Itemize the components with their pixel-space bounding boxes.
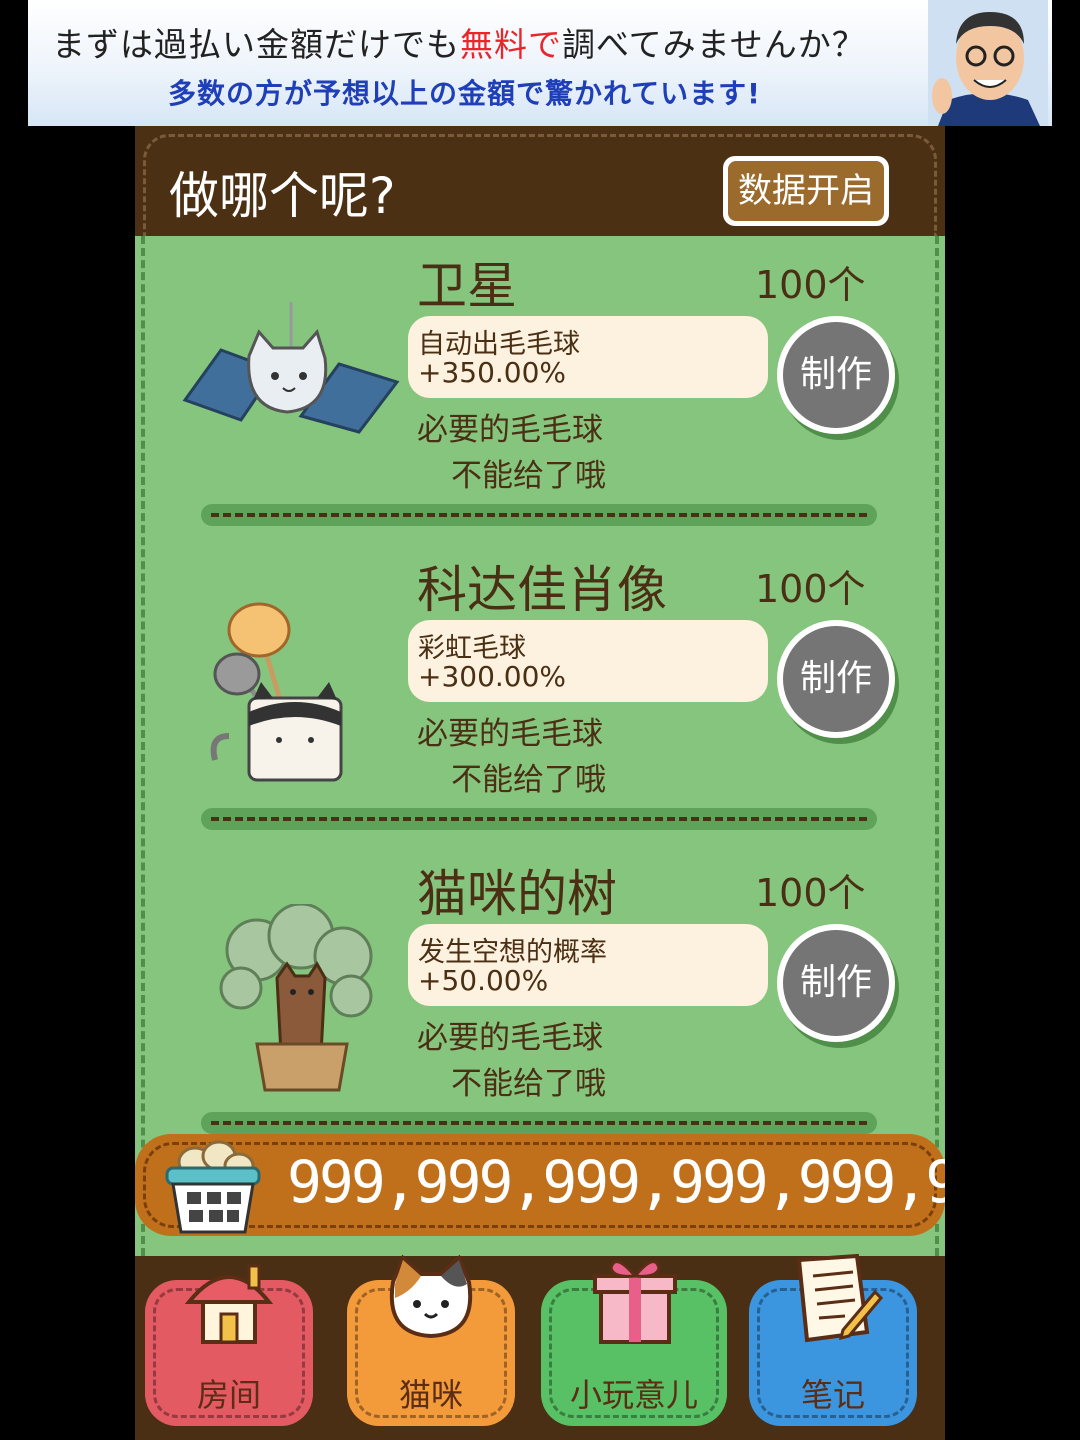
requirement-label: 必要的毛毛球 xyxy=(417,412,603,448)
requirement-label: 必要的毛毛球 xyxy=(417,716,603,752)
divider xyxy=(201,504,877,526)
ad-banner[interactable]: まずは過払い金額だけでも無料で調べてみませんか？ 多数の方が予想以上の金額で驚か… xyxy=(28,0,1052,126)
item-name: 科达佳肖像 xyxy=(417,561,667,619)
item-count: 100个 xyxy=(755,567,866,611)
divider xyxy=(201,1112,877,1134)
effect-value: +50.00% xyxy=(418,964,549,997)
nav-goodies-button[interactable]: 小玩意儿 xyxy=(541,1260,727,1426)
list-item: 卫星 100个 自动出毛毛球 +350.00% 必要的毛毛球 不能给了哦 制作 xyxy=(135,236,945,540)
nav-cats-button[interactable]: 猫咪 xyxy=(347,1254,515,1426)
item-list[interactable]: 卫星 100个 自动出毛毛球 +350.00% 必要的毛毛球 不能给了哦 制作 xyxy=(135,236,945,1256)
gift-box-icon xyxy=(593,1260,677,1344)
effect-box: 自动出毛毛球 +350.00% xyxy=(408,316,768,398)
requirement-value: 不能给了哦 xyxy=(451,1066,606,1102)
cat-mug-icon xyxy=(210,602,343,782)
divider xyxy=(201,808,877,830)
page-title: 做哪个呢? xyxy=(169,167,396,225)
yarn-ball-count: 999,999,999,999,999,999 xyxy=(287,1148,945,1216)
effect-box: 发生空想的概率 +50.00% xyxy=(408,924,768,1006)
data-open-button[interactable]: 数据开启 xyxy=(723,156,889,226)
make-button[interactable]: 制作 xyxy=(777,924,895,1042)
notebook-icon xyxy=(796,1253,883,1343)
effect-value: +300.00% xyxy=(418,660,567,693)
nav-room-button[interactable]: 房间 xyxy=(145,1264,313,1426)
list-item: 科达佳肖像 100个 彩虹毛球 +300.00% 必要的毛毛球 不能给了哦 制作 xyxy=(135,540,945,844)
cat-face-icon xyxy=(389,1254,473,1339)
requirement-value: 不能给了哦 xyxy=(451,458,606,494)
item-name: 卫星 xyxy=(417,257,517,315)
requirement-value: 不能给了哦 xyxy=(451,762,606,798)
nav-room-label: 房间 xyxy=(196,1376,261,1414)
cat-tree-icon xyxy=(219,904,373,1092)
effect-value: +350.00% xyxy=(418,356,567,389)
nav-goodies-label: 小玩意儿 xyxy=(569,1376,698,1414)
house-icon xyxy=(184,1264,274,1344)
basket-icon xyxy=(165,1140,261,1234)
requirement-label: 必要的毛毛球 xyxy=(417,1020,603,1056)
game-panel: 做哪个呢? 数据开启 卫星 100个 自动出毛毛球 +350.00% 必要的毛毛… xyxy=(135,126,945,1440)
nav-notes-button[interactable]: 笔记 xyxy=(749,1253,917,1426)
make-button[interactable]: 制作 xyxy=(777,620,895,738)
craft-header: 做哪个呢? 数据开启 xyxy=(135,126,945,236)
yarn-ball-counter: 999,999,999,999,999,999 xyxy=(135,1134,945,1236)
make-button-label: 制作 xyxy=(783,626,889,732)
make-button-label: 制作 xyxy=(783,322,889,428)
nav-notes-label: 笔记 xyxy=(800,1376,865,1414)
item-count: 100个 xyxy=(755,871,866,915)
ad-avatar-icon xyxy=(928,0,1048,126)
make-button-label: 制作 xyxy=(783,930,889,1036)
item-count: 100个 xyxy=(755,263,866,307)
effect-box: 彩虹毛球 +300.00% xyxy=(408,620,768,702)
make-button[interactable]: 制作 xyxy=(777,316,895,434)
item-name: 猫咪的树 xyxy=(417,865,617,923)
ad-headline: まずは過払い金額だけでも無料で調べてみませんか？ xyxy=(52,25,866,64)
list-item: 猫咪的树 100个 发生空想的概率 +50.00% 必要的毛毛球 不能给了哦 制… xyxy=(135,844,945,1148)
ad-subline: 多数の方が予想以上の金額で驚かれています! xyxy=(168,77,761,110)
data-open-label: 数据开启 xyxy=(728,161,884,221)
nav-cats-label: 猫咪 xyxy=(398,1376,463,1414)
satellite-cat-icon xyxy=(182,302,400,434)
